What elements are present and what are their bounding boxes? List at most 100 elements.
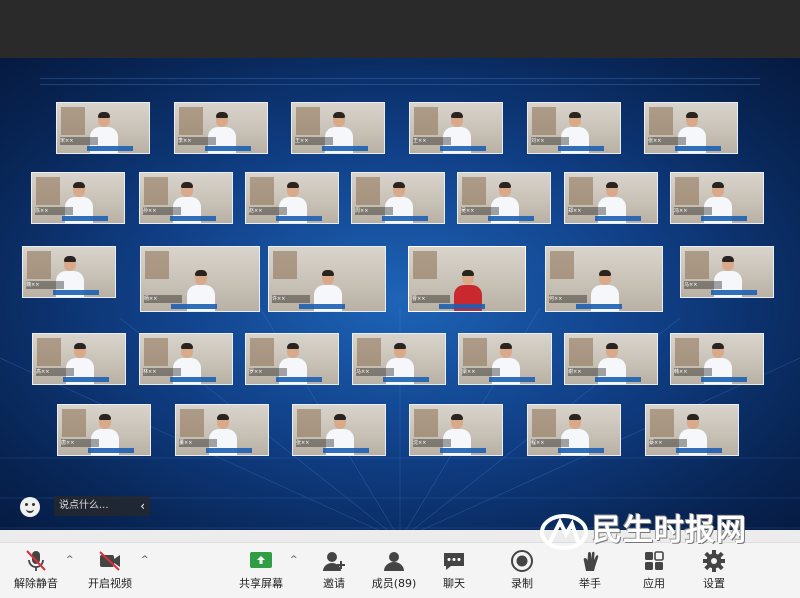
participant-name: 张×× <box>296 439 334 447</box>
participant-tile[interactable]: 谢×× <box>564 333 658 385</box>
tile-background <box>675 177 699 205</box>
participants-icon <box>384 552 404 571</box>
participant-tile[interactable]: 王×× <box>409 102 503 154</box>
participant-name: 王×× <box>413 137 451 145</box>
tile-background <box>273 251 297 279</box>
audio-options-caret[interactable]: ^ <box>66 555 76 565</box>
apps-label: 应用 <box>643 577 665 590</box>
participant-tile[interactable]: 何×× <box>545 246 663 312</box>
participant-name: 李×× <box>178 137 216 145</box>
participant-tile[interactable]: 张×× <box>292 404 386 456</box>
participant-tile[interactable]: 梁×× <box>458 333 552 385</box>
tile-background <box>37 338 61 366</box>
name-banner <box>63 377 109 382</box>
participant-name: 董×× <box>179 439 217 447</box>
tile-background <box>463 338 487 366</box>
invite-button[interactable]: 邀请 <box>310 547 358 595</box>
participant-name: 程×× <box>531 439 569 447</box>
raise-hand-label: 举手 <box>579 577 601 590</box>
tile-background <box>144 338 168 366</box>
participant-tile[interactable]: 李×× <box>174 102 268 154</box>
chat-button[interactable]: 聊天 <box>430 547 478 595</box>
participant-tile[interactable]: 刘×× <box>527 102 621 154</box>
unmute-button[interactable]: 解除静音 <box>8 547 64 595</box>
video-gallery: 宋×× 李×× 王×× 王×× 刘×× 张×× 陈×× 孙×× 赵×× 周×× 吴×× 郑×× 冯×× 魏… <box>0 58 800 540</box>
participant-tile[interactable]: 赵×× <box>245 172 339 224</box>
tile-background <box>569 177 593 205</box>
participant-tile[interactable]: 曹×× <box>408 246 526 312</box>
name-banner <box>276 216 322 221</box>
participant-tile[interactable]: 孙×× <box>139 172 233 224</box>
name-banner <box>62 216 108 221</box>
raise-hand-button[interactable]: 举手 <box>566 547 614 595</box>
name-banner <box>439 304 485 309</box>
emoji-icon[interactable] <box>20 497 40 517</box>
name-banner <box>558 146 604 151</box>
participant-tile[interactable]: 许×× <box>268 246 386 312</box>
name-banner <box>170 216 216 221</box>
participant-tile[interactable]: 郑×× <box>564 172 658 224</box>
share-screen-button[interactable]: 共享屏幕 <box>232 547 290 595</box>
chat-input[interactable]: 说点什么... ‹ <box>54 496 150 516</box>
participant-name: 许×× <box>272 295 310 303</box>
name-banner <box>488 216 534 221</box>
share-screen-icon <box>250 552 272 568</box>
name-banner <box>299 304 345 309</box>
watermark: 民生时报网 <box>540 512 790 552</box>
participant-tile[interactable]: 韩×× <box>670 333 764 385</box>
participant-name: 吴×× <box>461 207 499 215</box>
participant-tile[interactable]: 马×× <box>352 333 446 385</box>
participant-name: 高×× <box>36 368 74 376</box>
participant-name: 唐×× <box>61 439 99 447</box>
name-banner <box>675 146 721 151</box>
video-options-caret[interactable]: ^ <box>141 555 151 565</box>
record-button[interactable]: 录制 <box>498 547 546 595</box>
participant-tile[interactable]: 冯×× <box>670 172 764 224</box>
participant-tile[interactable]: 周×× <box>351 172 445 224</box>
participant-tile[interactable]: 林×× <box>139 333 233 385</box>
participant-tile[interactable]: 沈×× <box>409 404 503 456</box>
top-bar <box>0 0 800 58</box>
name-banner <box>383 377 429 382</box>
participant-tile[interactable]: 张×× <box>644 102 738 154</box>
tile-background <box>145 251 169 279</box>
participant-tile[interactable]: 吴×× <box>457 172 551 224</box>
chat-collapse-icon[interactable]: ‹ <box>140 496 145 516</box>
participant-tile[interactable]: 魏×× <box>22 246 116 298</box>
participant-name: 林×× <box>143 368 181 376</box>
participant-tile[interactable]: 陈×× <box>31 172 125 224</box>
participant-tile[interactable]: 唐×× <box>57 404 151 456</box>
participant-tile[interactable]: 董×× <box>175 404 269 456</box>
participants-label: 成员(89) <box>371 577 417 590</box>
name-banner <box>53 290 99 295</box>
participant-tile[interactable]: 杨×× <box>140 246 260 312</box>
raise-hand-icon <box>583 551 599 571</box>
start-video-button[interactable]: 开启视频 <box>80 547 140 595</box>
participant-tile[interactable]: 宋×× <box>56 102 150 154</box>
name-banner <box>276 377 322 382</box>
tile-background <box>27 251 51 279</box>
participant-tile[interactable]: 马×× <box>680 246 774 298</box>
share-options-caret[interactable]: ^ <box>290 555 300 565</box>
participant-tile[interactable]: 蔡×× <box>645 404 739 456</box>
meeting-window: 宋×× 李×× 王×× 王×× 刘×× 张×× 陈×× 孙×× 赵×× 周×× 吴×× 郑×× 冯×× 魏… <box>0 0 800 598</box>
chat-input-placeholder: 说点什么... <box>59 500 109 511</box>
participant-tile[interactable]: 高×× <box>32 333 126 385</box>
participant-name: 周×× <box>355 207 393 215</box>
apps-button[interactable]: 应用 <box>630 547 678 595</box>
invite-label: 邀请 <box>323 577 345 590</box>
participants-button[interactable]: 成员(89) <box>364 547 424 595</box>
name-banner <box>322 146 368 151</box>
tile-background <box>180 409 204 437</box>
participant-tile[interactable]: 程×× <box>527 404 621 456</box>
participant-tile[interactable]: 罗×× <box>245 333 339 385</box>
participant-tile[interactable]: 王×× <box>291 102 385 154</box>
tile-background <box>357 338 381 366</box>
settings-button[interactable]: 设置 <box>690 547 738 595</box>
tile-background <box>414 409 438 437</box>
tile-background <box>250 338 274 366</box>
name-banner <box>205 146 251 151</box>
name-banner <box>323 448 369 453</box>
participant-name: 罗×× <box>249 368 287 376</box>
add-user-icon <box>323 552 345 571</box>
